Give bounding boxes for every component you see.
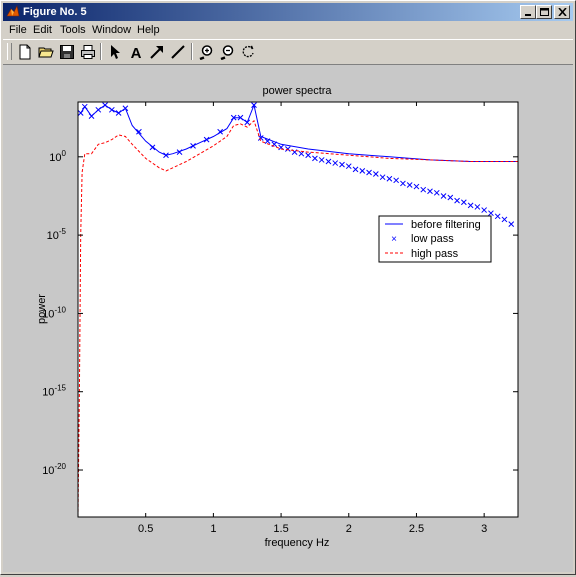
print-icon [81,45,95,59]
insert-text-icon: A [131,45,142,60]
legend-label-before-filtering: before filtering [411,219,481,231]
insert-line-icon [171,45,185,59]
zoom-out-button[interactable] [217,42,237,62]
window-title: Figure No. 5 [23,6,87,18]
x-tick-label: 1 [210,523,216,535]
title-bar[interactable]: Figure No. 5 [3,3,573,21]
close-icon [558,8,567,16]
legend[interactable]: before filtering × low pass high pass [378,215,492,263]
y-tick-exponent: -5 [59,227,67,236]
y-tick-exponent: -20 [54,462,66,471]
y-tick-exponent: -10 [54,305,66,314]
insert-line-button[interactable] [168,42,188,62]
minimize-button[interactable] [520,5,536,19]
save-icon [60,45,74,59]
insert-text-glyph: A [131,45,142,60]
menu-file-label: File [9,24,27,36]
maximize-button[interactable] [536,5,552,19]
new-file-icon [19,44,31,60]
chart-title: power spectra [262,85,332,97]
x-tick-label: 3 [481,523,487,535]
x-tick-label: 2.5 [409,523,424,535]
menu-tools-label: Tools [60,24,86,36]
menu-window[interactable]: Window [92,23,131,37]
menu-window-label: Window [92,24,132,36]
figure-canvas: power spectra 0.5 1 1.5 2 2.5 3 100 10-5 10-10 1… [3,65,573,572]
menu-file[interactable]: File [9,23,27,37]
save-button[interactable] [57,42,77,62]
figure-window: Figure No. 5 File Edit Tools Window Help [0,0,576,575]
y-tick-label: 100 [49,149,66,164]
insert-arrow-button[interactable] [147,42,167,62]
toolbar-grip[interactable] [7,43,12,60]
x-tick-label: 1.5 [273,523,288,535]
y-tick-exponent: 0 [62,149,67,158]
axes-area[interactable] [78,102,518,517]
menu-bar: File Edit Tools Window Help [3,22,573,38]
toolbar-separator [100,43,102,60]
legend-label-low-pass: low pass [411,233,454,245]
matlab-logo-icon [6,5,20,17]
legend-label-high-pass: high pass [411,248,459,260]
x-tick-label: 0.5 [138,523,153,535]
y-axis-label: power [36,294,48,324]
legend-swatch-low-pass: × [391,234,397,245]
toolbar: A [3,39,573,65]
x-axis-label: frequency Hz [265,537,330,549]
menu-tools[interactable]: Tools [60,23,86,37]
zoom-in-button[interactable] [196,42,216,62]
plot-svg: power spectra 0.5 1 1.5 2 2.5 3 10010-510-101… [36,85,519,549]
y-tick-label: 10-15 [42,384,66,399]
edit-plot-button[interactable] [105,42,125,62]
rotate-icon [242,45,254,58]
menu-edit[interactable]: Edit [33,23,52,37]
menu-edit-label: Edit [33,24,52,36]
y-tick-label: 10-20 [42,462,66,477]
insert-text-button[interactable]: A [126,42,146,62]
open-folder-icon [38,47,54,58]
y-tick-exponent: -15 [54,384,66,393]
menu-help[interactable]: Help [137,23,160,37]
zoom-out-icon [220,45,234,60]
insert-arrow-icon [150,46,163,59]
new-figure-button[interactable] [15,42,35,62]
minimize-icon [525,14,531,16]
y-tick-label: 10-5 [47,227,67,242]
x-tick-label: 2 [346,523,352,535]
open-file-button[interactable] [36,42,56,62]
rotate-3d-button[interactable] [238,42,258,62]
maximize-icon [540,8,549,16]
zoom-in-icon [199,45,213,60]
toolbar-separator [191,43,193,60]
arrow-pointer-icon [111,45,120,59]
menu-help-label: Help [137,24,160,36]
close-button[interactable] [554,5,570,19]
print-button[interactable] [78,42,98,62]
